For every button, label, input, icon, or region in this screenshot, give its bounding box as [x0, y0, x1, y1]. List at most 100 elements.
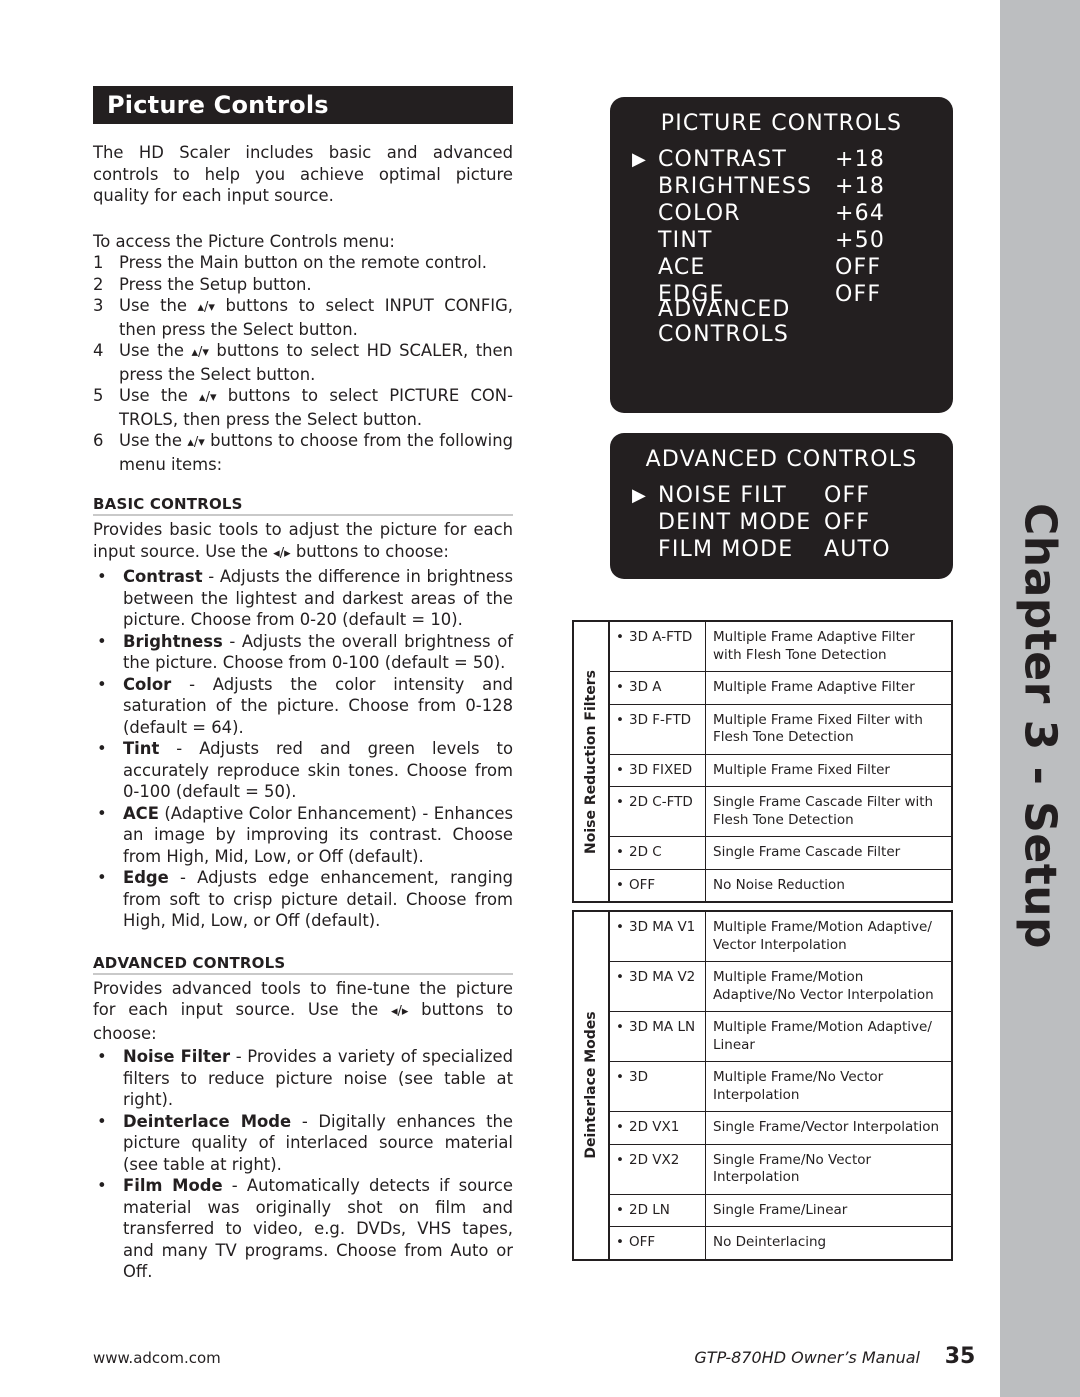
bullet-text: ACE (Adaptive Color Enhancement) - Enhan…: [123, 803, 513, 868]
osd-menu-item-ace[interactable]: ▶ ACE OFF: [632, 254, 931, 281]
table-cell-desc: Multiple Frame Fixed Filter with Flesh T…: [713, 711, 923, 746]
osd-item-value: +18: [835, 147, 886, 172]
page-title: Picture Controls: [107, 91, 329, 119]
bullet-dot-icon: •: [616, 1201, 624, 1218]
table-cell-desc: Multiple Frame/Motion Adaptive/ Vector I…: [713, 919, 932, 953]
bullet-term: Edge: [123, 868, 169, 887]
footer-page-number: 35: [944, 1344, 976, 1369]
bullet-dot-icon: •: [616, 711, 624, 728]
chapter-tab-label: Chapter 3 - Setup: [1014, 503, 1066, 950]
table-cell-key: • 2D VX2: [610, 1144, 706, 1194]
table-cell-key: • 2D C-FTD: [610, 787, 706, 836]
table-cell-desc: Multiple Frame/Motion Adaptive/No Vector…: [713, 969, 934, 1003]
step-item: 5 Use the ▴/▾ buttons to select PICTURE …: [93, 385, 513, 430]
step-text: Use the ▴/▾ buttons to choose from the f…: [119, 430, 513, 475]
intro-paragraph: The HD Scaler includes basic and advance…: [93, 143, 513, 205]
bullet-dot-icon: •: [97, 674, 107, 694]
bullet-text: Noise Filter - Provides a variety of spe…: [123, 1046, 513, 1111]
bullet-term: Brightness: [123, 631, 223, 651]
table-row: • 3D F-FTD Multiple Frame Fixed Filter wi…: [610, 704, 951, 755]
table-cell-desc: Single Frame/Linear: [713, 1201, 848, 1218]
osd-menu-item-tint[interactable]: ▶ TINT +50: [632, 227, 931, 254]
osd-item-label: ADVANCED CONTROLS: [658, 296, 791, 347]
bullet-dot-icon: •: [97, 1111, 107, 1131]
osd-menu-item-advanced-controls[interactable]: ▶ ADVANCED CONTROLS: [632, 297, 931, 347]
leftright-arrows-icon: ◂/▸: [273, 545, 291, 561]
table-vertical-header: Noise Reduction Filters: [574, 622, 610, 901]
step-number: 2: [93, 274, 104, 294]
bullet-text: Brightness - Adjusts the overall brightn…: [123, 631, 513, 674]
osd-menu-item-film-mode[interactable]: ▶ FILM MODE AUTO: [632, 536, 931, 563]
step-item: 3 Use the ▴/▾ buttons to select INPUT CO…: [93, 295, 513, 340]
table-row: • 2D C Single Frame Cascade Filter: [610, 837, 951, 870]
table-key-label: 3D MA LN: [629, 1019, 696, 1035]
bullet-dot-icon: •: [97, 567, 107, 586]
bullet-dot-icon: •: [97, 1047, 107, 1066]
step-text-before: Use the: [119, 296, 198, 315]
basic-controls-intro: Provides basic tools to adjust the pictu…: [93, 519, 513, 564]
table-cell-key: • 2D VX1: [610, 1112, 706, 1144]
table-body: • 3D MA V1 Multiple Frame/Motion Adaptive…: [610, 912, 951, 1259]
table-row: • 3D MA V2 Multiple Frame/Motion Adaptive…: [610, 962, 951, 1012]
deinterlace-modes-table: Deinterlace Modes • 3D MA V1 Multiple Fra…: [572, 910, 953, 1261]
step-text: Press the Setup button.: [119, 274, 312, 294]
table-cell-key: • 3D MA V2: [610, 962, 706, 1011]
osd-item-label: DEINT MODE: [658, 510, 812, 535]
table-key-label: 2D VX1: [629, 1119, 680, 1135]
bullet-dot-icon: •: [616, 844, 624, 860]
bullet-dot-icon: •: [616, 1019, 624, 1035]
table-cell-key: • 3D A-FTD: [610, 622, 706, 671]
osd-picture-controls-panel: PICTURE CONTROLS ▶ CONTRAST +18 ▶ BRIGHT…: [610, 97, 953, 413]
table-vertical-header-label: Noise Reduction Filters: [583, 669, 599, 854]
table-cell-desc: No Noise Reduction: [713, 876, 845, 893]
left-text-column: Picture Controls The HD Scaler includes …: [93, 86, 513, 1283]
bullet-text: Color - Adjusts the color intensity and …: [123, 674, 513, 739]
osd-menu-item-contrast[interactable]: ▶ CONTRAST +18: [632, 146, 931, 173]
bullet-dot-icon: •: [616, 876, 624, 893]
table-row: • 2D VX1 Single Frame/Vector Interpolatio…: [610, 1112, 951, 1145]
table-key-label: 2D C: [629, 844, 662, 860]
bullet-dot-icon: •: [616, 761, 624, 778]
osd-item-label: FILM MODE: [658, 537, 794, 562]
table-key-label: 2D VX2: [629, 1151, 680, 1168]
osd-advanced-rows: ▶ NOISE FILT OFF ▶ DEINT MODE OFF ▶ FILM…: [610, 482, 953, 563]
step-text-before: Use the: [119, 386, 200, 405]
table-cell-desc: Single Frame Cascade Filter: [713, 844, 901, 860]
bullet-dot-icon: •: [616, 794, 624, 810]
table-cell-desc: Multiple Frame Adaptive Filter with Fles…: [713, 629, 915, 663]
osd-menu-item-deint-mode[interactable]: ▶ DEINT MODE OFF: [632, 509, 931, 536]
bullet-dot-icon: •: [97, 803, 107, 823]
updown-arrows-icon: ▴/▾: [197, 300, 215, 315]
table-vertical-header-label: Deinterlace Modes: [583, 1011, 599, 1159]
step-item: 1 Press the Main button on the remote co…: [93, 252, 513, 274]
osd-menu-item-brightness[interactable]: ▶ BRIGHTNESS +18: [632, 173, 931, 200]
page-title-banner: Picture Controls: [93, 86, 513, 124]
list-item: • Noise Filter - Provides a variety of s…: [93, 1046, 513, 1111]
osd-item-label: ACE: [658, 255, 706, 280]
bullet-term: Noise Filter: [123, 1047, 231, 1066]
table-key-label: 3D MA V1: [629, 919, 696, 935]
bullet-dot-icon: •: [616, 969, 624, 985]
table-cell-desc: Multiple Frame/No Vector Interpolation: [713, 1069, 884, 1103]
table-cell-desc: Multiple Frame Fixed Filter: [713, 761, 890, 778]
bullet-dot-icon: •: [97, 739, 107, 758]
bullet-desc: (Adaptive Color Enhancement) - Enhances …: [123, 803, 513, 866]
step-text-before: Use the: [119, 341, 192, 360]
list-item: • Tint - Adjusts red and green levels to…: [93, 738, 513, 803]
table-cell-key: • 3D A: [610, 672, 706, 704]
bullet-text: Deinterlace Mode - Digitally enhances th…: [123, 1111, 513, 1176]
osd-menu-item-color[interactable]: ▶ COLOR +64: [632, 200, 931, 227]
osd-item-label: TINT: [658, 228, 713, 253]
table-row: • 3D MA V1 Multiple Frame/Motion Adaptive…: [610, 912, 951, 962]
table-cell-desc: Multiple Frame Adaptive Filter: [713, 679, 915, 695]
footer-manual-title: GTP-870HD Owner’s Manual: [694, 1348, 920, 1367]
advanced-controls-bullets: • Noise Filter - Provides a variety of s…: [93, 1046, 513, 1283]
steps-list: 1 Press the Main button on the remote co…: [93, 252, 513, 475]
osd-menu-item-noise-filt[interactable]: ▶ NOISE FILT OFF: [632, 482, 931, 509]
osd-item-value: +18: [835, 174, 886, 199]
bullet-dot-icon: •: [616, 1151, 624, 1168]
page-footer: www.adcom.com GTP-870HD Owner’s Manual 3…: [93, 1344, 1000, 1369]
step-item: 4 Use the ▴/▾ buttons to select HD SCALE…: [93, 340, 513, 385]
bullet-term: ACE: [123, 803, 159, 823]
bullet-dot-icon: •: [616, 679, 624, 695]
